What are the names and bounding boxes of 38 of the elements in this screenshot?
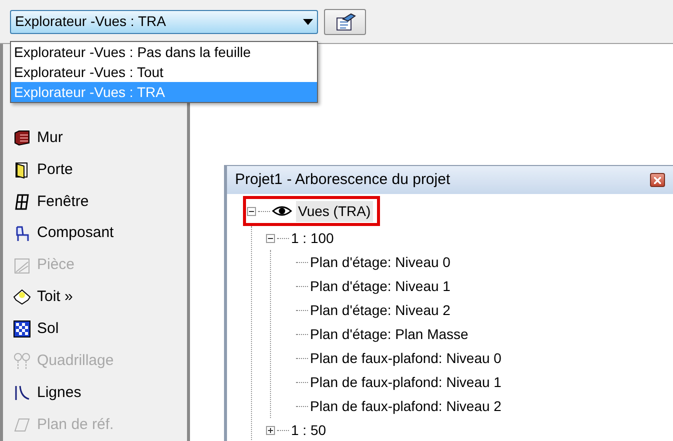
tree-item[interactable]: Plan de faux-plafond: Niveau 2 bbox=[310, 396, 502, 416]
dropdown-option[interactable]: Explorateur -Vues : Pas dans la feuille bbox=[11, 42, 317, 62]
panel-title: Projet1 - Arborescence du projet bbox=[235, 170, 450, 190]
eye-icon bbox=[272, 205, 292, 217]
grid-icon bbox=[13, 352, 31, 370]
tree-item[interactable]: Plan de faux-plafond: Niveau 1 bbox=[310, 372, 502, 392]
tree-item[interactable]: Plan d'étage: Plan Masse bbox=[310, 324, 468, 344]
dropdown-option[interactable]: Explorateur -Vues : Tout bbox=[11, 62, 317, 82]
close-button[interactable] bbox=[650, 173, 665, 187]
tool-button[interactable]: Lignes bbox=[13, 377, 187, 410]
tree-item[interactable]: Plan d'étage: Niveau 0 bbox=[310, 252, 450, 272]
tree-item[interactable]: Plan de faux-plafond: Niveau 0 bbox=[310, 348, 502, 368]
tree-item[interactable]: Vues (TRA) bbox=[296, 200, 373, 222]
tool-button[interactable]: Composant bbox=[13, 218, 187, 250]
floor-pattern-icon bbox=[13, 320, 31, 338]
tree-item[interactable]: Plan d'étage: Niveau 2 bbox=[310, 300, 450, 320]
reference-plane-icon bbox=[13, 416, 31, 434]
dropdown-arrow-icon bbox=[303, 18, 313, 24]
tool-button[interactable]: Toit » bbox=[13, 282, 187, 314]
properties-icon bbox=[334, 12, 356, 30]
close-icon bbox=[654, 176, 661, 184]
window-icon bbox=[13, 192, 31, 211]
view-dropdown[interactable]: Explorateur -Vues : TRA bbox=[10, 10, 318, 34]
tree-item[interactable]: 1 : 50 bbox=[291, 420, 326, 440]
tool-button[interactable]: Mur bbox=[13, 122, 187, 154]
lines-icon bbox=[13, 384, 31, 402]
brick-wall-icon bbox=[13, 128, 31, 147]
expand-icon[interactable] bbox=[266, 426, 275, 434]
collapse-icon[interactable] bbox=[247, 206, 256, 216]
roof-icon bbox=[13, 288, 31, 306]
collapse-icon[interactable] bbox=[266, 234, 275, 242]
tool-button[interactable]: Fenêtre bbox=[13, 186, 187, 218]
tree-item[interactable]: 1 : 100 bbox=[291, 228, 334, 248]
tree-item[interactable]: Plan d'étage: Niveau 1 bbox=[310, 276, 450, 296]
room-icon bbox=[13, 256, 31, 275]
tool-button[interactable]: Porte bbox=[13, 154, 187, 186]
tool-button[interactable]: Sol bbox=[13, 313, 187, 346]
properties-button[interactable] bbox=[324, 8, 366, 34]
